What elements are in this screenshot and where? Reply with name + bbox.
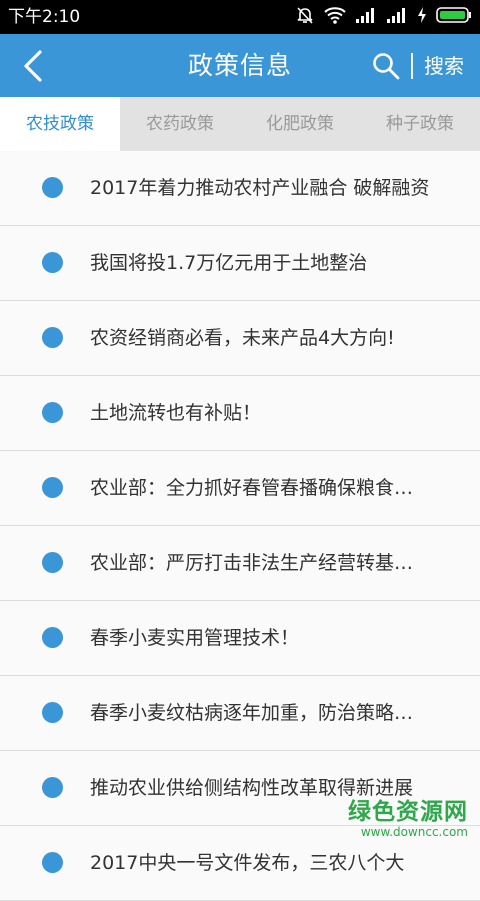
watermark: 绿色资源网 www.downcc.com [348,799,468,839]
mute-icon [295,5,315,29]
list-item-title: 土地流转也有补贴！ [90,402,262,424]
charging-icon [417,6,427,28]
bullet-dot [42,852,63,873]
tab-seed-policy[interactable]: 种子政策 [360,97,480,151]
policy-list: 2017年着力推动农村产业融合 破解融资 我国将投1.7万亿元用于土地整治 农资… [0,151,480,901]
page-title: 政策信息 [187,51,292,80]
bullet-dot [42,627,63,648]
bullet-dot [42,177,63,198]
list-item[interactable]: 农业部：严厉打击非法生产经营转基… [0,526,480,601]
bullet-dot [42,702,63,723]
list-item[interactable]: 春季小麦纹枯病逐年加重，防治策略… [0,676,480,751]
search-icon[interactable] [372,52,400,80]
bullet-dot [42,477,63,498]
list-item[interactable]: 土地流转也有补贴！ [0,376,480,451]
status-time: 下午2:10 [8,7,81,27]
list-item-title: 推动农业供给侧结构性改革取得新进展 [90,777,414,799]
wifi-icon [324,6,346,28]
list-item[interactable]: 2017年着力推动农村产业融合 破解融资 [0,151,480,226]
search-button[interactable]: 搜索 [424,53,464,79]
category-tabs: 农技政策 农药政策 化肥政策 种子政策 [0,97,480,151]
signal-icon [355,6,377,28]
list-item-title: 2017中央一号文件发布，三农八个大 [90,852,405,874]
list-item[interactable]: 春季小麦实用管理技术！ [0,601,480,676]
list-item-title: 我国将投1.7万亿元用于土地整治 [90,252,368,274]
list-item-title: 春季小麦实用管理技术！ [90,627,300,649]
bullet-dot [42,777,63,798]
bullet-dot [42,252,63,273]
list-item-title: 农业部：严厉打击非法生产经营转基… [90,552,414,574]
tab-fertilizer-policy[interactable]: 化肥政策 [240,97,360,151]
list-item[interactable]: 农资经销商必看，未来产品4大方向! [0,301,480,376]
header-divider [411,53,413,79]
battery-icon [436,7,472,27]
watermark-url: www.downcc.com [360,825,468,839]
app-bar: 政策信息 搜索 [0,34,480,97]
list-item-title: 2017年着力推动农村产业融合 破解融资 [90,177,430,199]
bullet-dot [42,402,63,423]
signal-icon [386,6,408,28]
list-item[interactable]: 农业部：全力抓好春管春播确保粮食… [0,451,480,526]
list-item[interactable]: 我国将投1.7万亿元用于土地整治 [0,226,480,301]
list-item-title: 农业部：全力抓好春管春播确保粮食… [90,477,414,499]
status-bar: 下午2:10 [0,0,480,34]
status-icons [295,6,472,28]
list-item-title: 农资经销商必看，未来产品4大方向! [90,327,395,349]
bullet-dot [42,327,63,348]
list-item-title: 春季小麦纹枯病逐年加重，防治策略… [90,702,414,724]
tab-agri-tech-policy[interactable]: 农技政策 [0,97,120,151]
watermark-title: 绿色资源网 [348,799,468,825]
bullet-dot [42,552,63,573]
tab-pesticide-policy[interactable]: 农药政策 [120,97,240,151]
